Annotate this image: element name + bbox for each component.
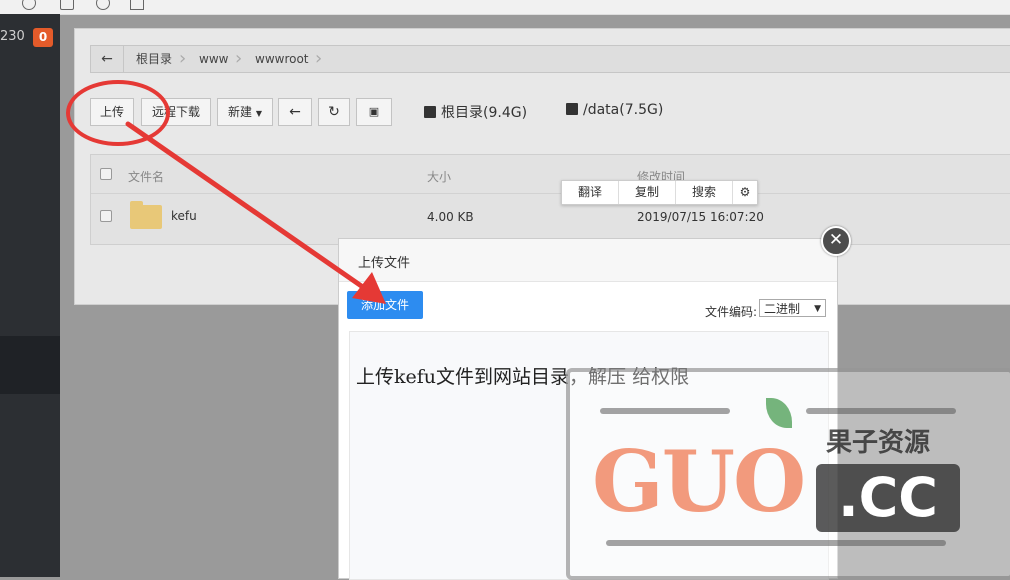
annotation-arrow-icon (125, 121, 386, 304)
